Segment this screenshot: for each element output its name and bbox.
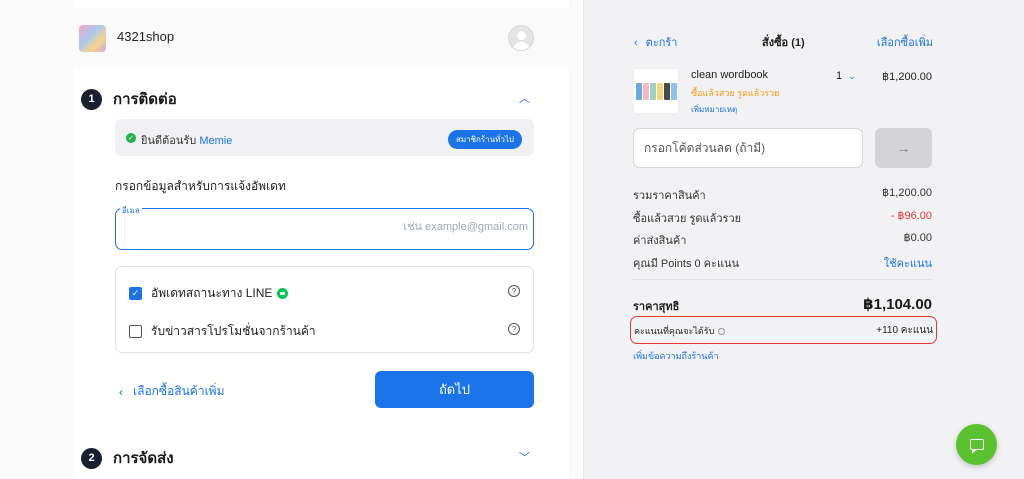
check-circle-icon: ✓ (126, 133, 136, 143)
promotions-checkbox[interactable] (129, 325, 142, 338)
notification-options: ✓ อัพเดทสถานะทาง LINE ? รับข่าวสารโปรโมช… (115, 266, 534, 353)
product-price: ฿1,200.00 (882, 71, 932, 83)
quantity-select[interactable]: 1 ⌄ (836, 70, 856, 82)
summary-label: ซื้อแล้วสวย รูดแล้วรวย (633, 213, 742, 225)
step-contact-header[interactable]: 1 การติดต่อ (81, 87, 177, 111)
summary-value: - ฿96.00 (890, 210, 932, 222)
help-icon[interactable]: ? (508, 285, 520, 297)
chat-icon[interactable] (956, 424, 997, 465)
add-note-link[interactable]: เพิ่มหมายเหตุ (691, 103, 737, 116)
summary-label: ค่าส่งสินค้า (633, 235, 687, 247)
welcome-greeting: ยินดีต้อนรับ (141, 135, 197, 147)
next-button[interactable]: ถัดไป (375, 371, 534, 408)
shop-header: 4321shop (74, 8, 569, 68)
coupon-input[interactable] (644, 141, 854, 155)
email-field-label: อีเมล (120, 204, 142, 217)
net-total-label: ราคาสุทธิ (633, 301, 680, 313)
summary-value: ฿0.00 (903, 232, 932, 244)
coupon-field-box[interactable] (633, 128, 863, 168)
chevron-down-icon: ⌄ (848, 71, 856, 81)
summary-label: คุณมี Points 0 คะแนน (633, 258, 740, 270)
line-updates-checkbox[interactable]: ✓ (129, 287, 142, 300)
shop-more-link[interactable]: เลือกซื้อเพิ่ม (877, 33, 933, 51)
user-avatar-icon[interactable] (508, 25, 534, 51)
email-field[interactable] (126, 221, 528, 233)
email-field-box[interactable] (115, 208, 534, 250)
help-icon[interactable]: ? (508, 323, 520, 335)
net-total-value: ฿1,104.00 (863, 296, 932, 313)
cart-back-label: ตะกร้า (645, 37, 678, 49)
summary-label: รวมราคาสินค้า (633, 190, 706, 202)
line-updates-label: อัพเดทสถานะทาง LINE (151, 286, 273, 300)
arrow-right-icon[interactable]: → (875, 128, 932, 168)
step-shipping-header[interactable]: 2 การจัดส่ง (81, 446, 174, 470)
customer-name: Memie (199, 135, 233, 147)
welcome-banner: ✓ ยินดีต้อนรับ Memie สมาชิกร้านทั่วไป (115, 119, 534, 156)
points-earned-value: +110 คะแนน (876, 325, 933, 336)
product-promo: ซื้อแล้วสวย รูดแล้วรวย (691, 88, 780, 98)
promotions-label: รับข่าวสารโปรโมชั่นจากร้านค้า (151, 324, 316, 338)
chevron-up-icon[interactable]: ︿ (519, 90, 530, 106)
summary-row-discount: ซื้อแล้วสวย รูดแล้วรวย - ฿96.00 (633, 209, 932, 227)
info-icon[interactable] (718, 328, 726, 336)
member-badge: สมาชิกร้านทั่วไป (447, 130, 522, 149)
summary-divider (633, 279, 932, 280)
step-number: 1 (81, 88, 102, 110)
order-title: สั่งซื้อ (1) (762, 37, 805, 49)
use-points-link[interactable]: ใช้คะแนน (884, 254, 932, 272)
step-title: การติดต่อ (113, 91, 177, 108)
continue-shopping-label: เลือกซื้อสินค้าเพิ่ม (133, 384, 225, 398)
welcome-text: ยินดีต้อนรับ Memie (141, 131, 232, 149)
line-icon (277, 288, 289, 299)
points-earned-label: คะแนนที่คุณจะได้รับ (634, 324, 726, 338)
cart-back-link[interactable]: ‹ ตะกร้า (634, 33, 677, 51)
chevron-left-icon: ‹ (119, 384, 123, 399)
option-promotions[interactable]: รับข่าวสารโปรโมชั่นจากร้านค้า (129, 322, 316, 341)
contact-section-label: กรอกข้อมูลสำหรับการแจ้งอัพเดท (115, 179, 286, 193)
step-title: การจัดส่ง (113, 450, 174, 467)
step-number: 2 (81, 447, 102, 469)
summary-row-shipping: ค่าส่งสินค้า ฿0.00 (633, 231, 932, 249)
summary-value: ฿1,200.00 (882, 187, 932, 199)
continue-shopping-link[interactable]: ‹ เลือกซื้อสินค้าเพิ่ม (119, 382, 225, 401)
summary-row-subtotal: รวมราคาสินค้า ฿1,200.00 (633, 186, 932, 204)
summary-row-points: คุณมี Points 0 คะแนน ใช้คะแนน (633, 254, 932, 272)
points-earned-row: คะแนนที่คุณจะได้รับ +110 คะแนน (630, 316, 937, 344)
add-shop-message-link[interactable]: เพิ่มข้อความถึงร้านค้า (633, 349, 719, 363)
option-line-updates[interactable]: ✓ อัพเดทสถานะทาง LINE (129, 284, 289, 303)
quantity-value: 1 (836, 70, 843, 82)
chevron-left-icon: ‹ (634, 37, 638, 49)
product-name: clean wordbook (691, 69, 769, 81)
product-image (633, 68, 679, 114)
shop-name[interactable]: 4321shop (117, 29, 174, 44)
chevron-down-icon[interactable]: ﹀ (519, 449, 530, 465)
shop-logo[interactable] (79, 25, 106, 52)
